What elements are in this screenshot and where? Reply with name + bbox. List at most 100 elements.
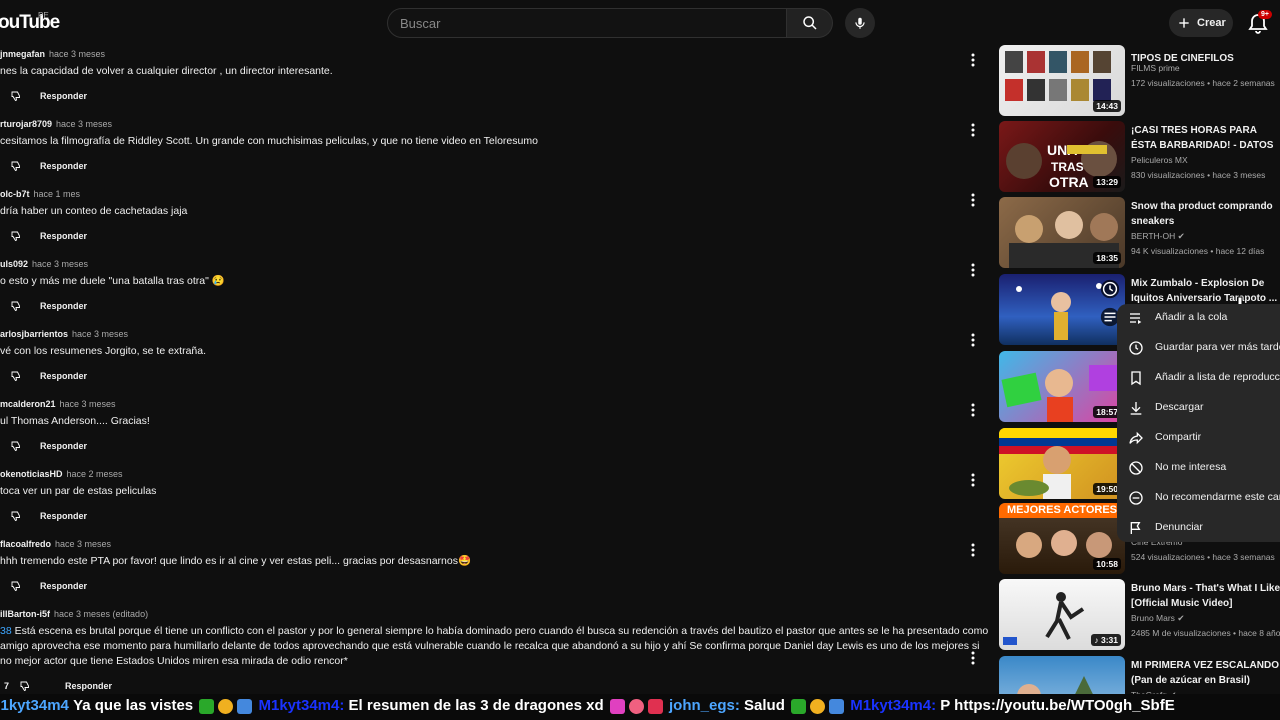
related-video-item[interactable]: 14:43 TIPOS DE CINEFILOS FILMS prime 172…	[999, 45, 1280, 117]
search-input[interactable]	[388, 9, 786, 37]
more-options-icon[interactable]	[968, 473, 978, 487]
ticker-message: Ya que las vistes	[73, 697, 194, 715]
comment-author[interactable]: rturojar8709	[0, 119, 52, 129]
menu-item-download[interactable]: Descargar	[1117, 394, 1280, 422]
comment-time[interactable]: hace 1 mes	[34, 189, 81, 199]
more-options-icon[interactable]	[968, 651, 978, 665]
comment-author[interactable]: uls092	[0, 259, 28, 269]
dislike-icon[interactable]	[10, 230, 22, 242]
reply-button[interactable]: Responder	[65, 681, 112, 691]
related-video-item[interactable]: ♪ 3:31 Bruno Mars - That's What I Like […	[999, 579, 1280, 651]
comment-time[interactable]: hace 3 meses	[60, 399, 116, 409]
gift-emoji-icon	[237, 698, 253, 714]
comment-author[interactable]: arlosjbarrientos	[0, 329, 68, 339]
comment-author[interactable]: olc-b7t	[0, 189, 30, 199]
menu-item-watch-later[interactable]: Guardar para ver más tarde	[1117, 334, 1280, 362]
create-button[interactable]: Crear	[1169, 9, 1233, 37]
dislike-icon[interactable]	[10, 510, 22, 522]
search-button[interactable]	[787, 8, 833, 38]
reply-button[interactable]: Responder	[40, 511, 87, 521]
reply-button[interactable]: Responder	[40, 91, 87, 101]
menu-item-label: No recomendarme este canal	[1155, 491, 1280, 503]
comment-time[interactable]: hace 3 meses	[49, 49, 105, 59]
menu-item-not-interested[interactable]: No me interesa	[1117, 454, 1280, 482]
video-thumbnail[interactable]: 18:57	[999, 351, 1125, 422]
comment-author[interactable]: jnmegafan	[0, 49, 45, 59]
more-options-icon[interactable]	[968, 543, 978, 557]
watch-later-icon[interactable]	[1099, 278, 1121, 300]
video-title[interactable]: Bruno Mars - That's What I Like [Officia…	[1131, 581, 1280, 611]
comment-time[interactable]: hace 3 meses (editado)	[54, 609, 148, 619]
more-options-icon[interactable]	[968, 193, 978, 207]
menu-item-dont-recommend-channel[interactable]: No recomendarme este canal	[1117, 484, 1280, 512]
bookmark-icon	[1131, 371, 1141, 386]
video-thumbnail[interactable]: 14:43	[999, 45, 1125, 116]
region-code: PE	[38, 11, 49, 20]
sunglasses-emoji-icon	[810, 698, 826, 714]
related-video-item[interactable]: 18:35 Snow tha product comprando sneaker…	[999, 197, 1280, 269]
video-channel[interactable]: Peliculeros MX	[1131, 155, 1188, 165]
comment-time[interactable]: hace 3 meses	[56, 119, 112, 129]
more-options-icon[interactable]	[968, 53, 978, 67]
video-title[interactable]: Snow tha product comprando sneakers	[1131, 199, 1280, 229]
comment-time[interactable]: hace 2 meses	[67, 469, 123, 479]
video-context-menu: Añadir a la cola Guardar para ver más ta…	[1117, 304, 1280, 542]
menu-item-share[interactable]: Compartir	[1117, 424, 1280, 452]
svg-text:TRAS: TRAS	[1051, 160, 1084, 174]
video-title[interactable]: Mix Zumbalo - Explosion De Iquitos Anive…	[1131, 276, 1280, 306]
more-options-icon[interactable]	[968, 123, 978, 137]
comment-author[interactable]: flacoalfredo	[0, 539, 51, 549]
reply-button[interactable]: Responder	[40, 231, 87, 241]
video-channel[interactable]: FILMS prime	[1131, 63, 1180, 73]
youtube-logo[interactable]: ouTube	[0, 12, 60, 34]
comment-time[interactable]: hace 3 meses	[55, 539, 111, 549]
dislike-icon[interactable]	[10, 300, 22, 312]
more-options-icon[interactable]	[968, 403, 978, 417]
reply-button[interactable]: Responder	[40, 161, 87, 171]
video-title[interactable]: ¡CASI TRES HORAS PARA ÉSTA BARBARIDAD! -…	[1131, 123, 1280, 153]
video-title[interactable]: MI PRIMERA VEZ ESCALANDO (Pan de azúcar …	[1131, 658, 1280, 688]
queue-icon	[1130, 313, 1142, 324]
reply-button[interactable]: Responder	[40, 581, 87, 591]
video-channel[interactable]: BERTH-OH ✔	[1131, 231, 1185, 242]
comment-author[interactable]: mcalderon21	[0, 399, 56, 409]
dislike-icon[interactable]	[10, 90, 22, 102]
comment-author[interactable]: illBarton-i5f	[0, 609, 50, 619]
timestamp-link[interactable]: 38	[0, 625, 12, 637]
video-thumbnail[interactable]: MEJORES ACTORES 10:58	[999, 503, 1125, 574]
video-thumbnail[interactable]: 19:50	[999, 428, 1125, 499]
more-options-icon[interactable]	[968, 263, 978, 277]
video-thumbnail[interactable]: 18:35	[999, 197, 1125, 268]
menu-item-add-to-playlist[interactable]: Añadir a lista de reproducción	[1117, 364, 1280, 392]
video-thumbnail[interactable]: ♪ 3:31	[999, 579, 1125, 650]
video-channel[interactable]: Bruno Mars ✔	[1131, 613, 1184, 624]
voice-search-button[interactable]	[845, 8, 875, 38]
comment-text: 38 Está escena es brutal porque él tiene…	[0, 625, 989, 667]
dislike-icon[interactable]	[10, 370, 22, 382]
related-video-item[interactable]: UNA TRAS OTRA 13:29 ¡CASI TRES HORAS PARA …	[999, 121, 1280, 193]
comment-text: dría haber un conteo de cachetadas jaja	[0, 205, 188, 217]
ticker-user: M1kyt34m4:	[850, 697, 937, 715]
video-thumbnail[interactable]	[999, 274, 1125, 345]
dislike-icon[interactable]	[10, 440, 22, 452]
video-thumbnail[interactable]: UNA TRAS OTRA 13:29	[999, 121, 1125, 192]
comment-time[interactable]: hace 3 meses	[32, 259, 88, 269]
music-note-icon: ♪	[1094, 635, 1101, 645]
more-options-icon[interactable]	[968, 333, 978, 347]
verified-icon: ✔	[1177, 613, 1185, 623]
download-icon	[1130, 402, 1142, 415]
reply-button[interactable]: Responder	[40, 441, 87, 451]
comment-author[interactable]: okenoticiasHD	[0, 469, 63, 479]
menu-item-report[interactable]: Denunciar	[1117, 514, 1280, 542]
video-duration: 14:43	[1093, 100, 1121, 112]
comment-time[interactable]: hace 3 meses	[72, 329, 128, 339]
reply-button[interactable]: Responder	[40, 371, 87, 381]
dislike-icon[interactable]	[10, 160, 22, 172]
search-box[interactable]	[387, 8, 787, 38]
reply-button[interactable]: Responder	[40, 301, 87, 311]
dislike-icon[interactable]	[10, 580, 22, 592]
thumbnail-banner: MEJORES ACTORES	[999, 503, 1125, 518]
ticker-user: M1kyt34m4	[0, 697, 69, 715]
menu-item-add-to-queue[interactable]: Añadir a la cola	[1117, 304, 1280, 332]
dislike-icon[interactable]	[19, 680, 31, 692]
